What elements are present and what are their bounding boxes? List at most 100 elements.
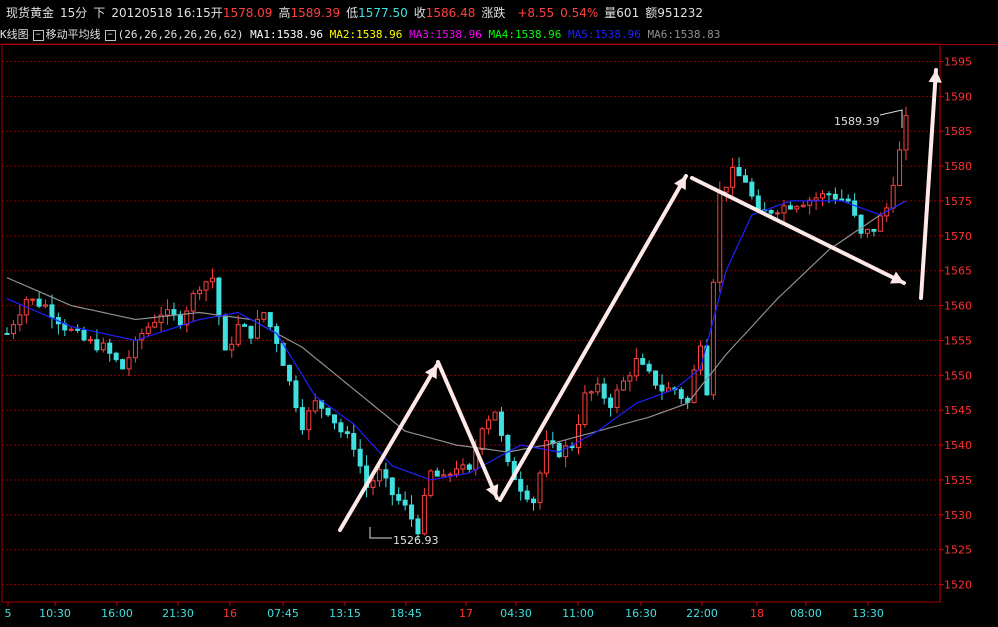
candle-body (505, 434, 511, 463)
candle-body (325, 407, 331, 416)
candle-body (441, 474, 447, 477)
candle-body (486, 419, 492, 430)
candle-body (357, 448, 363, 467)
candle-body (781, 205, 787, 214)
candle-body (287, 364, 293, 382)
y-tick-label: 1565 (944, 265, 972, 278)
candle-body (49, 304, 55, 319)
candle-body (434, 470, 440, 477)
candle-body (633, 358, 639, 377)
candle-body (248, 325, 254, 339)
candle-body (710, 281, 716, 396)
high-annotation-label: 1589.39 (834, 115, 880, 128)
candle-body (704, 345, 710, 396)
candle-body (100, 342, 106, 351)
candle-body (312, 400, 318, 412)
candle-body (627, 375, 633, 382)
candle-body (87, 339, 93, 342)
candle-body (152, 321, 158, 328)
candle-body (659, 384, 665, 392)
candle-body (775, 212, 781, 215)
candle-body (601, 383, 607, 399)
candle-body (94, 339, 100, 351)
candle-body (556, 443, 562, 458)
x-tick-label: 04:30 (500, 607, 532, 620)
candle-body (383, 469, 389, 479)
candle-body (640, 358, 646, 365)
candle-body (299, 407, 305, 431)
candle-body (787, 205, 793, 210)
candle-body (858, 214, 864, 234)
candle-body (498, 411, 504, 436)
candle-body (242, 324, 248, 327)
candle-body (396, 494, 402, 501)
candle-body (678, 389, 684, 399)
y-tick-label: 1525 (944, 544, 972, 557)
x-tick-label: 21:30 (162, 607, 194, 620)
candlestick-chart[interactable]: 1526.931589.39 1595159015851580157515701… (0, 0, 998, 627)
candle-body (81, 329, 87, 341)
x-tick-label: 5 (5, 607, 12, 620)
candle-body (351, 433, 357, 450)
candle-body (466, 464, 472, 470)
candle-body (582, 392, 588, 425)
y-tick-label: 1575 (944, 195, 972, 208)
candle-body (389, 477, 395, 496)
candle-body (730, 167, 736, 188)
candle-body (344, 431, 350, 435)
candle-body (877, 215, 883, 232)
candle-body (454, 468, 459, 475)
candle-body (524, 490, 530, 500)
candle-body (338, 422, 344, 433)
candles-group (4, 106, 909, 539)
y-tick-label: 1540 (944, 439, 972, 452)
candle-body (43, 304, 49, 307)
candle-body (852, 200, 858, 216)
high-annotation-leader (879, 109, 903, 128)
x-tick-label: 22:00 (686, 607, 718, 620)
candle-body (267, 312, 273, 328)
candle-body (17, 314, 23, 326)
low-annotation-leader (369, 527, 392, 539)
candle-body (608, 397, 614, 408)
candle-body (293, 380, 299, 409)
candle-body (447, 473, 453, 476)
candle-body (75, 328, 81, 331)
candle-body (717, 191, 723, 283)
candle-body (826, 193, 832, 196)
candle-body (402, 499, 408, 506)
candle-body (261, 312, 267, 320)
y-tick-label: 1530 (944, 509, 972, 522)
candle-body (4, 332, 10, 335)
x-tick-label: 13:15 (329, 607, 361, 620)
candle-body (216, 277, 222, 317)
candle-body (723, 186, 729, 193)
x-tick-label: 18 (750, 607, 764, 620)
candle-body (646, 363, 652, 372)
candle-body (620, 380, 626, 391)
candle-body (897, 149, 903, 186)
candle-body (742, 175, 748, 183)
candle-body (749, 181, 755, 197)
y-tick-label: 1520 (944, 579, 972, 592)
candle-body (421, 494, 427, 535)
candle-body (203, 281, 209, 291)
candle-body (832, 193, 838, 200)
candle-body (755, 195, 761, 211)
candle-body (306, 410, 312, 431)
ma-slow-line (6, 200, 907, 453)
candle-body (113, 352, 119, 361)
candle-body (595, 383, 601, 393)
candle-body (864, 228, 870, 234)
candle-body (126, 357, 132, 370)
x-tick-label: 10:30 (39, 607, 71, 620)
candle-body (768, 210, 774, 214)
candle-body (331, 414, 337, 424)
candle-body (10, 324, 16, 335)
candle-body (479, 428, 485, 450)
y-tick-label: 1590 (944, 90, 972, 103)
candle-body (235, 324, 241, 345)
grid-lines (2, 60, 940, 586)
y-tick-label: 1595 (944, 55, 972, 68)
candle-body (460, 464, 466, 470)
